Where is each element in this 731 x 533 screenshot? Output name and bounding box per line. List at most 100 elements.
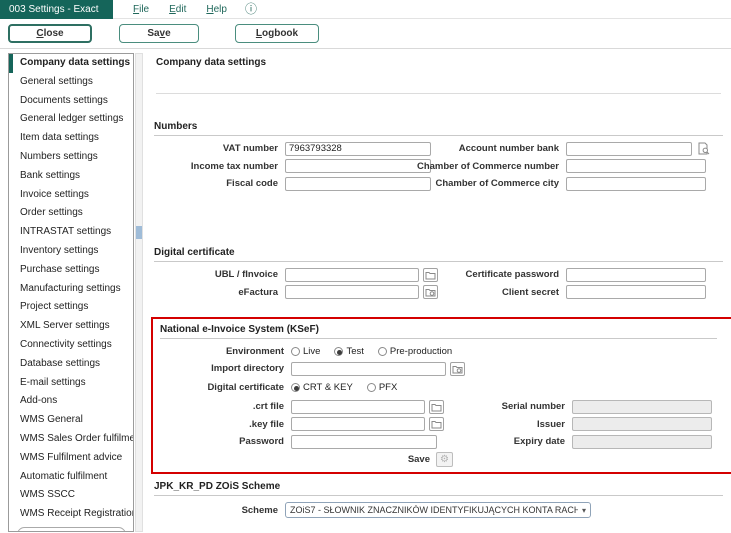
sidebar-item[interactable]: WMS Receipt Registration — [9, 505, 133, 524]
menu-file[interactable]: File — [133, 4, 149, 15]
radio-crt-key[interactable]: CRT & KEY — [291, 382, 353, 393]
sidebar-item[interactable]: Bank settings — [9, 167, 133, 186]
scheme-dropdown[interactable]: ZOiS7 - SŁOWNIK ZNACZNIKÓW IDENTYFIKUJĄC… — [285, 502, 591, 518]
issuer-label: Issuer — [449, 419, 572, 430]
import-directory-input[interactable] — [291, 362, 446, 376]
certificate-password-label: Certificate password — [443, 269, 566, 280]
sidebar-item[interactable]: Database settings — [9, 355, 133, 374]
gear-icon[interactable]: ⚙ — [436, 452, 453, 467]
radio-test[interactable]: Test — [334, 346, 363, 357]
password-input[interactable] — [291, 435, 437, 449]
fiscal-code-input[interactable] — [285, 177, 431, 191]
sidebar-item[interactable]: Project settings — [9, 298, 133, 317]
income-tax-label: Income tax number — [154, 161, 285, 172]
sidebar-item[interactable]: WMS General — [9, 411, 133, 430]
radio-pfx[interactable]: PFX — [367, 382, 397, 393]
partial-item[interactable] — [17, 527, 126, 532]
ubl-input[interactable] — [285, 268, 419, 282]
info-icon[interactable]: ⓘ — [245, 3, 257, 15]
sidebar-item[interactable]: Add-ons — [9, 392, 133, 411]
radio-live[interactable]: Live — [291, 346, 320, 357]
scheme-label: Scheme — [154, 505, 285, 516]
menu-edit[interactable]: Edit — [169, 4, 186, 15]
menu-help[interactable]: Help — [206, 4, 227, 15]
ksef-save-label: Save — [160, 454, 430, 465]
row-scheme: Scheme ZOiS7 - SŁOWNIK ZNACZNIKÓW IDENTY… — [154, 503, 723, 518]
folder-search-icon[interactable] — [450, 362, 465, 376]
vat-number-input[interactable] — [285, 142, 431, 156]
sidebar-scrollbar-thumb[interactable] — [136, 226, 142, 239]
folder-search-icon[interactable] — [423, 285, 438, 299]
sidebar-item[interactable]: General ledger settings — [9, 110, 133, 129]
row-save: Save ⚙ — [160, 452, 717, 468]
sidebar-item[interactable]: Automatic fulfilment — [9, 468, 133, 487]
expiry-date-input — [572, 435, 712, 449]
radio-pre-production[interactable]: Pre-production — [378, 346, 452, 357]
save-button[interactable]: Save — [119, 24, 199, 43]
sidebar-item[interactable]: Connectivity settings — [9, 336, 133, 355]
sidebar-item[interactable]: XML Server settings — [9, 317, 133, 336]
client-secret-label: Client secret — [443, 287, 566, 298]
radio-checked-icon — [334, 347, 343, 356]
sidebar-item[interactable]: E-mail settings — [9, 374, 133, 393]
sidebar-item[interactable]: INTRASTAT settings — [9, 223, 133, 242]
main-panel: Company data settings Numbers VAT number… — [144, 49, 731, 532]
folder-icon[interactable] — [429, 417, 444, 431]
certificate-type-radio-group: CRT & KEY PFX — [291, 382, 411, 393]
row-vat: VAT number Account number bank — [154, 141, 723, 156]
environment-radio-group: Live Test Pre-production — [291, 346, 466, 357]
window-title: 003 Settings - Exact — [0, 0, 113, 19]
close-button[interactable]: Close — [8, 24, 92, 43]
sidebar-item[interactable]: General settings — [9, 73, 133, 92]
sidebar-scrollbar[interactable] — [135, 53, 143, 532]
row-ubl: UBL / fInvoice Certificate password — [154, 267, 723, 282]
browse-document-icon[interactable] — [695, 142, 711, 156]
row-efactura: eFactura Client secret — [154, 285, 723, 300]
logbook-button[interactable]: Logbook — [235, 24, 319, 43]
environment-label: Environment — [160, 346, 291, 357]
radio-checked-icon — [291, 383, 300, 392]
sidebar-item[interactable]: Item data settings — [9, 129, 133, 148]
sidebar-item[interactable]: WMS SSCC — [9, 486, 133, 505]
digital-certificate-label: Digital certificate — [160, 382, 291, 393]
sidebar-item[interactable]: Purchase settings — [9, 261, 133, 280]
account-number-bank-input[interactable] — [566, 142, 692, 156]
row-fiscal-code: Fiscal code Chamber of Commerce city — [154, 176, 723, 191]
coc-city-input[interactable] — [566, 177, 706, 191]
client-secret-input[interactable] — [566, 285, 706, 299]
radio-icon — [291, 347, 300, 356]
expiry-date-label: Expiry date — [449, 436, 572, 447]
sidebar-item[interactable]: Invoice settings — [9, 186, 133, 205]
sidebar-item[interactable]: Manufacturing settings — [9, 280, 133, 299]
sidebar-item[interactable]: Documents settings — [9, 92, 133, 111]
row-income-tax: Income tax number Chamber of Commerce nu… — [154, 159, 723, 174]
row-environment: Environment Live Test Pre-production — [160, 344, 717, 359]
folder-icon[interactable] — [423, 268, 438, 282]
row-import-directory: Import directory — [160, 361, 717, 376]
sidebar-item[interactable]: WMS Fulfilment advice — [9, 449, 133, 468]
certificate-password-input[interactable] — [566, 268, 706, 282]
sidebar-item[interactable]: Order settings — [9, 204, 133, 223]
sidebar-item[interactable]: Company data settings — [9, 54, 133, 73]
row-password: Password Expiry date — [160, 434, 717, 449]
ksef-highlight-box: National e-Invoice System (KSeF) Environ… — [151, 317, 731, 474]
row-key-file: .key file Issuer — [160, 417, 717, 432]
sidebar-item[interactable]: Numbers settings — [9, 148, 133, 167]
folder-icon[interactable] — [429, 400, 444, 414]
income-tax-input[interactable] — [285, 159, 431, 173]
efactura-input[interactable] — [285, 285, 419, 299]
page-title: Company data settings — [156, 57, 723, 68]
crt-file-input[interactable] — [291, 400, 425, 414]
serial-number-label: Serial number — [449, 401, 572, 412]
key-file-input[interactable] — [291, 417, 425, 431]
coc-city-label: Chamber of Commerce city — [443, 178, 566, 189]
password-label: Password — [160, 436, 291, 447]
menu-bar: 003 Settings - Exact File Edit Help ⓘ — [0, 0, 731, 19]
sidebar-item[interactable]: WMS Sales Order fulfilment — [9, 430, 133, 449]
row-crt-file: .crt file Serial number — [160, 399, 717, 414]
vat-number-label: VAT number — [154, 143, 285, 154]
sidebar-list: Company data settings General settings D… — [8, 53, 134, 532]
coc-number-label: Chamber of Commerce number — [443, 161, 566, 172]
coc-number-input[interactable] — [566, 159, 706, 173]
sidebar-item[interactable]: Inventory settings — [9, 242, 133, 261]
